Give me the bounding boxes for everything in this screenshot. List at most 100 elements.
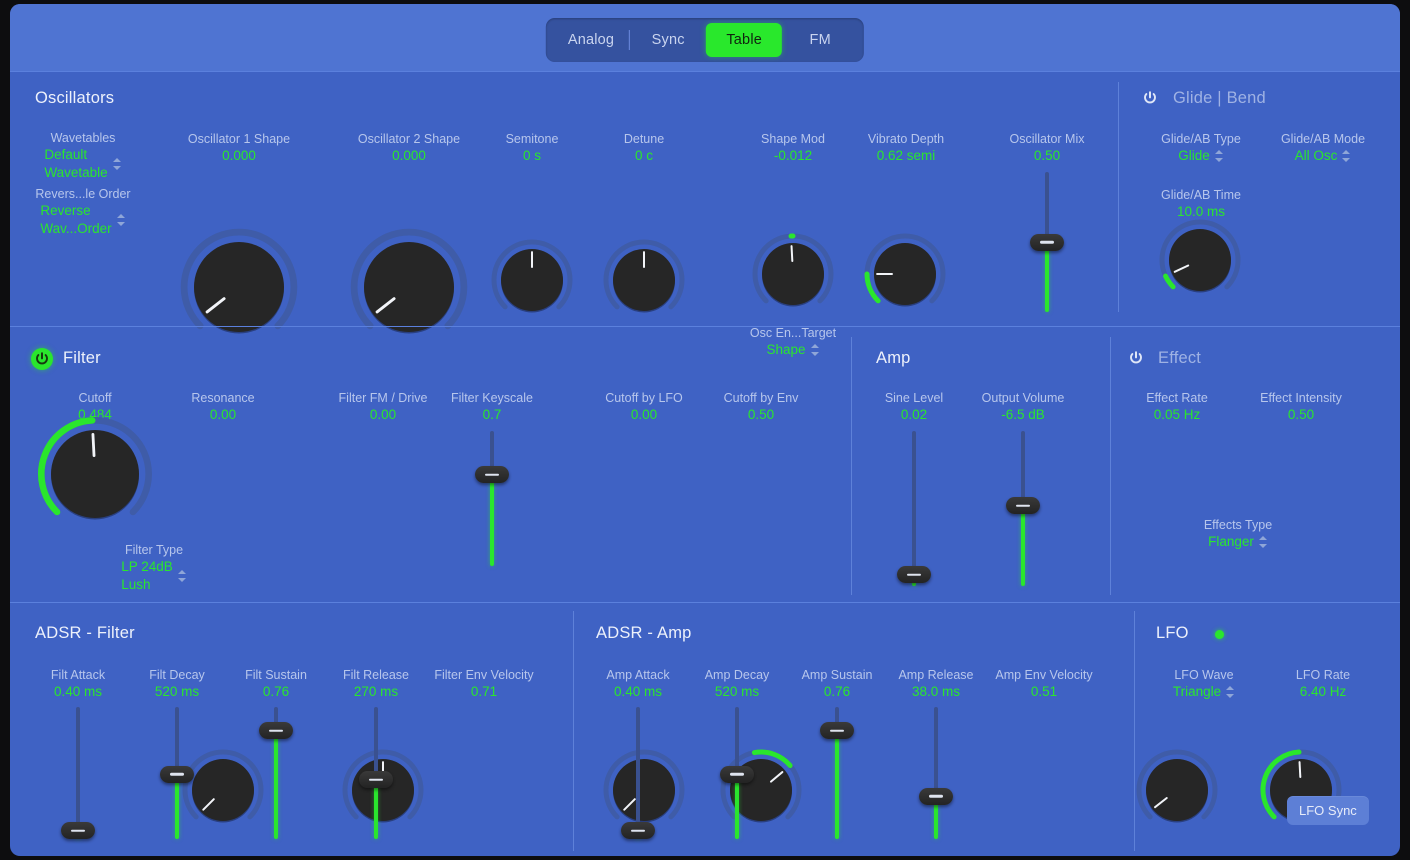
glide-type-control: Glide/AB Type Glide <box>1139 131 1263 165</box>
glide-time-control: Glide/AB Time 10.0 ms <box>1139 187 1263 221</box>
tab-analog[interactable]: Analog <box>552 23 630 57</box>
shape-mod-control: Shape Mod -0.012 <box>733 131 853 165</box>
amp-release-label: Amp Release <box>876 667 996 683</box>
glide-type-value: Glide <box>1178 147 1210 165</box>
resonance-label: Resonance <box>163 390 283 406</box>
oscillator-mode-tabs[interactable]: Analog Sync Table FM <box>546 18 864 62</box>
effects-type-label: Effects Type <box>1170 517 1306 533</box>
shape-mod-knob[interactable] <box>750 231 836 317</box>
osc-mix-slider[interactable] <box>1027 172 1067 312</box>
osc-mix-label: Oscillator Mix <box>987 131 1107 147</box>
effect-power-button[interactable] <box>1125 347 1147 369</box>
lfo-wave-label: LFO Wave <box>1143 667 1265 683</box>
effect-title: Effect <box>1158 349 1201 368</box>
amp-effect-divider <box>1110 337 1111 595</box>
sine-level-label: Sine Level <box>854 390 974 406</box>
glide-mode-value: All Osc <box>1295 147 1338 165</box>
detune-knob[interactable] <box>601 237 687 323</box>
vibrato-depth-knob[interactable] <box>862 231 948 317</box>
amp-decay-slider[interactable] <box>717 707 757 839</box>
wavetables-control: Wavetables Default Wavetable <box>10 130 156 182</box>
filt-release-slider[interactable] <box>356 707 396 839</box>
filt-release-value: 270 ms <box>316 683 436 701</box>
glide-time-knob[interactable] <box>1157 217 1243 303</box>
osc2-shape-value: 0.000 <box>326 147 492 165</box>
filter-power-button[interactable] <box>31 348 53 370</box>
filter-fm-drive-control: Filter FM / Drive 0.00 <box>323 390 443 424</box>
output-volume-label: Output Volume <box>963 390 1083 406</box>
filter-type-value-line2: Lush <box>121 576 173 594</box>
amp-release-value: 38.0 ms <box>876 683 996 701</box>
lfo-rate-label: LFO Rate <box>1263 667 1383 683</box>
tab-sync[interactable]: Sync <box>630 23 706 57</box>
lfo-title: LFO <box>1156 624 1189 643</box>
detune-value: 0 c <box>584 147 704 165</box>
cutoff-by-lfo-label: Cutoff by LFO <box>584 390 704 406</box>
amp-env-velocity-label: Amp Env Velocity <box>983 667 1105 683</box>
filter-keyscale-label: Filter Keyscale <box>432 390 552 406</box>
semitone-control: Semitone 0 s <box>472 131 592 165</box>
vibrato-depth-control: Vibrato Depth 0.62 semi <box>846 131 966 165</box>
lfo-wave-popup[interactable]: Triangle <box>1173 683 1235 701</box>
wavetables-popup[interactable]: Default Wavetable <box>44 146 121 182</box>
chevron-updown-icon <box>117 213 126 227</box>
effect-intensity-label: Effect Intensity <box>1241 390 1361 406</box>
effect-intensity-control: Effect Intensity 0.50 <box>1241 390 1361 424</box>
glide-type-popup[interactable]: Glide <box>1178 147 1224 165</box>
resonance-value: 0.00 <box>163 406 283 424</box>
effect-rate-control: Effect Rate 0.05 Hz <box>1117 390 1237 424</box>
filter-type-popup[interactable]: LP 24dB Lush <box>121 558 187 594</box>
oscillators-glide-divider <box>1118 82 1119 312</box>
amp-sustain-slider[interactable] <box>817 707 857 839</box>
shape-mod-label: Shape Mod <box>733 131 853 147</box>
tab-fm[interactable]: FM <box>782 23 858 57</box>
filter-keyscale-slider[interactable] <box>472 431 512 566</box>
osc1-shape-label: Oscillator 1 Shape <box>156 131 322 147</box>
adsr-lfo-divider <box>1134 611 1135 851</box>
filt-sustain-slider[interactable] <box>256 707 296 839</box>
filter-keyscale-control: Filter Keyscale 0.7 <box>432 390 552 424</box>
glide-power-button[interactable] <box>1139 87 1161 109</box>
lfo-sync-button[interactable]: LFO Sync <box>1287 796 1369 825</box>
output-volume-slider[interactable] <box>1003 431 1043 586</box>
plugin-window: Analog Sync Table FM Oscillators Wavetab… <box>10 4 1400 856</box>
adsr-panel: ADSR - Filter Filt Attack 0.40 ms Filt D… <box>10 603 1400 856</box>
filter-fm-drive-value: 0.00 <box>323 406 443 424</box>
filter-type-label: Filter Type <box>88 542 220 558</box>
output-volume-value: -6.5 dB <box>963 406 1083 424</box>
sine-level-slider[interactable] <box>894 431 934 586</box>
cutoff-label: Cutoff <box>35 390 155 406</box>
wavetables-label: Wavetables <box>10 130 156 146</box>
filter-panel: Filter Cutoff 0.484 Filter Type <box>10 327 1400 602</box>
filter-title: Filter <box>63 349 101 368</box>
filt-release-label: Filt Release <box>316 667 436 683</box>
lfo-wave-control: LFO Wave Triangle <box>1143 667 1265 701</box>
osc-mix-value: 0.50 <box>987 147 1107 165</box>
detune-control: Detune 0 c <box>584 131 704 165</box>
effects-type-popup[interactable]: Flanger <box>1208 533 1268 551</box>
cutoff-by-lfo-control: Cutoff by LFO 0.00 <box>584 390 704 424</box>
amp-env-velocity-value: 0.51 <box>983 683 1105 701</box>
effects-type-control: Effects Type Flanger <box>1170 517 1306 551</box>
effect-intensity-value: 0.50 <box>1241 406 1361 424</box>
reverse-order-popup[interactable]: Reverse Wav...Order <box>40 202 125 238</box>
amp-attack-slider[interactable] <box>618 707 658 839</box>
filt-decay-slider[interactable] <box>157 707 197 839</box>
chevron-updown-icon <box>178 569 187 583</box>
filt-release-control: Filt Release 270 ms <box>316 667 436 701</box>
reverse-order-label: Revers...le Order <box>10 186 156 202</box>
filter-env-velocity-control: Filter Env Velocity 0.71 <box>423 667 545 701</box>
chevron-updown-icon <box>1259 535 1268 549</box>
amp-release-slider[interactable] <box>916 707 956 839</box>
lfo-led-indicator <box>1215 630 1224 639</box>
cutoff-knob[interactable] <box>33 412 157 536</box>
glide-bend-title: Glide | Bend <box>1173 89 1266 108</box>
chevron-updown-icon <box>113 157 122 171</box>
semitone-knob[interactable] <box>489 237 575 323</box>
glide-mode-label: Glide/AB Mode <box>1261 131 1385 147</box>
osc2-shape-label: Oscillator 2 Shape <box>326 131 492 147</box>
tab-table[interactable]: Table <box>706 23 782 57</box>
glide-mode-popup[interactable]: All Osc <box>1295 147 1352 165</box>
filt-attack-slider[interactable] <box>58 707 98 839</box>
semitone-label: Semitone <box>472 131 592 147</box>
